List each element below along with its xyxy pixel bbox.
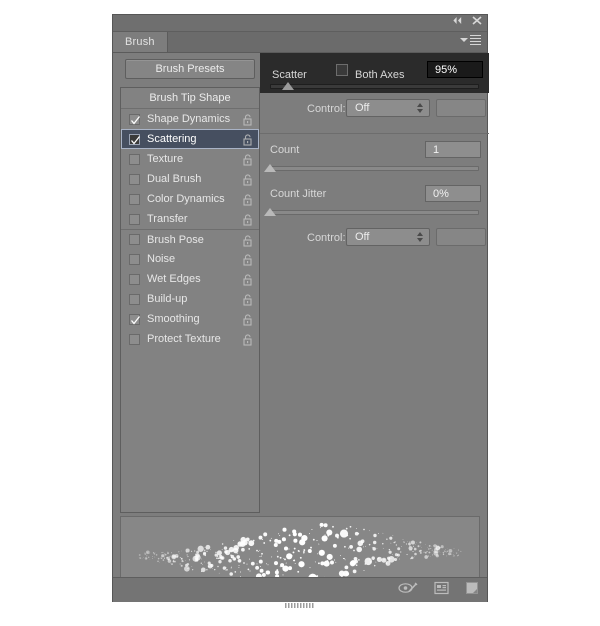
hamburger-icon xyxy=(470,35,481,45)
screenshot-root: Brush Brush Presets Brush Tip Shape Shap… xyxy=(0,0,600,626)
scatter-value: 95% xyxy=(435,63,458,76)
scatter-label: Scatter xyxy=(272,69,307,81)
count-value: 1 xyxy=(433,143,440,156)
both-axes-label: Both Axes xyxy=(355,69,405,81)
option-checkbox[interactable] xyxy=(129,173,140,185)
option-label: Protect Texture xyxy=(147,333,221,345)
option-label: Texture xyxy=(147,153,184,165)
count-jitter-label: Count Jitter xyxy=(270,188,327,200)
brush-option-row[interactable]: Shape Dynamics xyxy=(121,109,259,129)
option-label: Noise xyxy=(147,253,176,265)
count-jitter-slider-track[interactable] xyxy=(268,210,479,215)
brush-option-row[interactable]: Color Dynamics xyxy=(121,189,259,209)
new-brush-preset-icon[interactable] xyxy=(465,581,479,600)
collapse-to-icons-icon[interactable] xyxy=(452,16,463,25)
open-preset-manager-icon[interactable] xyxy=(434,581,449,600)
panel-titlebar xyxy=(113,15,487,32)
count-jitter-row: Count Jitter 0% xyxy=(260,185,489,219)
option-checkbox[interactable] xyxy=(129,193,140,205)
scatter-section: Scatter Both Axes 95% xyxy=(260,53,489,93)
scatter-control-select[interactable]: Off xyxy=(346,99,430,117)
brush-option-row[interactable]: Smoothing xyxy=(121,309,259,329)
panel-menu-icon[interactable] xyxy=(460,35,481,45)
scatter-control-row: Control: Off xyxy=(260,99,489,123)
brush-option-row[interactable]: Texture xyxy=(121,149,259,169)
option-label: Build-up xyxy=(147,293,188,305)
option-checkbox[interactable] xyxy=(129,293,140,305)
brush-option-row[interactable]: Transfer xyxy=(121,209,259,229)
divider-1 xyxy=(260,133,489,134)
option-checkbox[interactable] xyxy=(129,113,141,125)
tab-bar: Brush xyxy=(113,32,487,53)
scatter-control-extra-field[interactable] xyxy=(436,99,486,117)
brush-presets-button[interactable]: Brush Presets xyxy=(125,59,255,79)
brush-tip-shape-header[interactable]: Brush Tip Shape xyxy=(121,88,259,109)
brush-tip-shape-label: Brush Tip Shape xyxy=(149,92,231,104)
count-jitter-control-select[interactable]: Off xyxy=(346,228,430,246)
brush-options-column: Brush Presets Brush Tip Shape Shape Dyna… xyxy=(120,59,260,513)
count-jitter-value: 0% xyxy=(433,187,449,200)
lock-open-icon[interactable] xyxy=(243,333,253,351)
option-label: Brush Pose xyxy=(147,233,204,246)
window-controls xyxy=(452,16,482,25)
brush-option-row[interactable]: Scattering xyxy=(121,129,259,149)
scatter-slider-thumb[interactable] xyxy=(282,82,294,90)
option-checkbox[interactable] xyxy=(129,133,141,145)
brush-presets-label: Brush Presets xyxy=(155,63,225,75)
scatter-control-label: Control: xyxy=(307,103,346,115)
count-slider-track[interactable] xyxy=(268,166,479,171)
option-label: Dual Brush xyxy=(147,173,202,185)
option-label: Wet Edges xyxy=(147,273,201,285)
brush-options-list: Brush Tip Shape Shape Dynamics Scattering… xyxy=(120,87,260,513)
brush-option-row[interactable]: Protect Texture xyxy=(121,329,259,349)
count-value-field[interactable]: 1 xyxy=(425,141,481,158)
stepper-arrows-icon xyxy=(417,103,423,113)
footer-icon-group xyxy=(398,581,479,600)
panel-body: Brush Presets Brush Tip Shape Shape Dyna… xyxy=(113,53,489,602)
count-jitter-control-value: Off xyxy=(355,231,370,243)
toggle-brush-preview-icon[interactable] xyxy=(398,581,418,600)
option-checkbox[interactable] xyxy=(129,234,140,245)
option-checkbox[interactable] xyxy=(129,273,140,285)
chevron-down-icon xyxy=(460,38,468,42)
count-jitter-control-row: Control: Off xyxy=(260,228,489,252)
count-jitter-control-label: Control: xyxy=(307,232,346,244)
brush-option-row[interactable]: Brush Pose xyxy=(121,229,259,249)
option-checkbox[interactable] xyxy=(129,253,140,265)
stepper-arrows-icon xyxy=(417,232,423,242)
option-checkbox[interactable] xyxy=(129,213,140,225)
option-label: Transfer xyxy=(147,213,188,225)
option-label: Smoothing xyxy=(147,313,200,325)
brush-option-row[interactable]: Dual Brush xyxy=(121,169,259,189)
brush-panel: Brush Brush Presets Brush Tip Shape Shap… xyxy=(112,14,489,602)
brush-option-row[interactable]: Wet Edges xyxy=(121,269,259,289)
option-label: Shape Dynamics xyxy=(147,113,231,125)
count-jitter-slider-thumb[interactable] xyxy=(264,208,276,216)
tab-brush[interactable]: Brush xyxy=(113,32,168,52)
resize-grip[interactable] xyxy=(285,596,319,608)
tab-brush-label: Brush xyxy=(125,36,155,48)
count-jitter-control-extra-field[interactable] xyxy=(436,228,486,246)
brush-option-row[interactable]: Noise xyxy=(121,249,259,269)
count-label: Count xyxy=(270,144,300,156)
count-row: Count 1 xyxy=(260,141,489,175)
option-checkbox[interactable] xyxy=(129,313,141,325)
option-checkbox[interactable] xyxy=(129,333,140,345)
count-jitter-value-field[interactable]: 0% xyxy=(425,185,481,202)
count-slider-thumb[interactable] xyxy=(264,164,276,172)
scatter-value-field[interactable]: 95% xyxy=(427,61,483,78)
scatter-slider-track[interactable] xyxy=(270,84,479,89)
close-icon[interactable] xyxy=(472,16,482,25)
option-label: Scattering xyxy=(147,133,197,145)
scatter-control-value: Off xyxy=(355,102,370,114)
brush-option-row[interactable]: Build-up xyxy=(121,289,259,309)
option-checkbox[interactable] xyxy=(129,153,140,165)
option-label: Color Dynamics xyxy=(147,193,225,205)
both-axes-checkbox[interactable] xyxy=(336,64,348,76)
